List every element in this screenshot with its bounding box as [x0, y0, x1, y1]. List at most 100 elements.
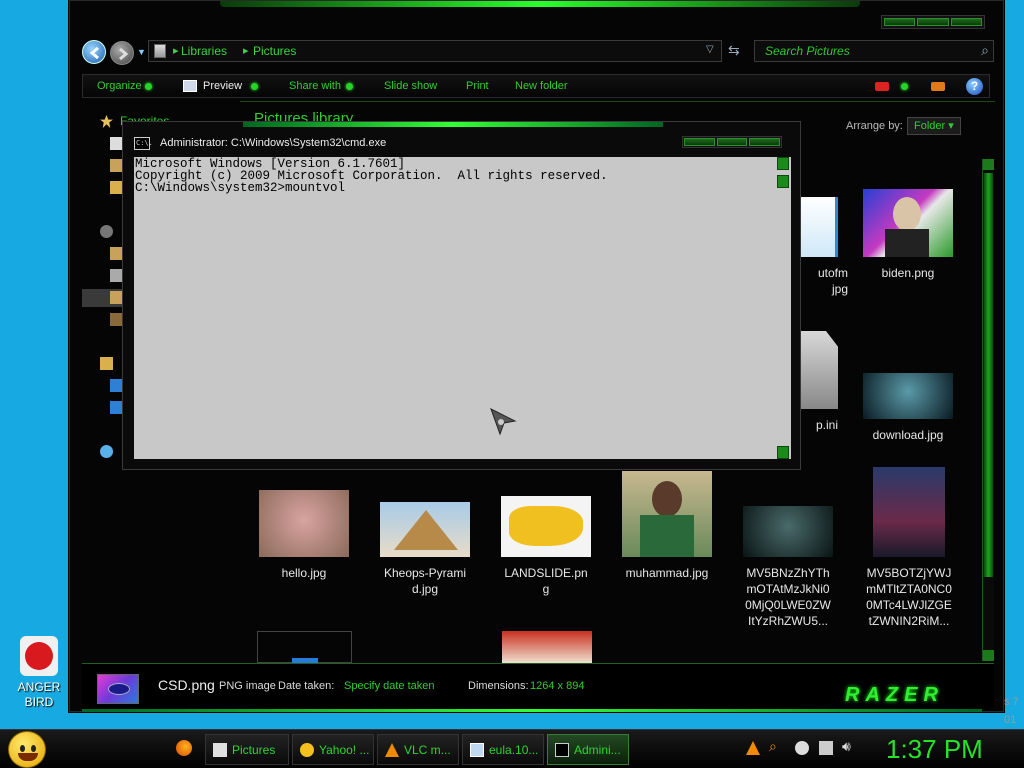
file-thumbnail: [863, 373, 953, 419]
organize-dropdown-icon[interactable]: [145, 83, 152, 90]
minimize-button[interactable]: [884, 18, 916, 26]
cmd-scroll-down-button[interactable]: [777, 446, 789, 459]
address-bar[interactable]: ▸ Libraries ▸ Pictures: [148, 40, 722, 62]
razer-logo: RAZER: [845, 684, 944, 706]
cmd-minimize-button[interactable]: [684, 138, 715, 146]
preview-dropdown-icon[interactable]: [251, 83, 258, 90]
arrow-right-icon: [119, 47, 129, 61]
taskbar-item-pictures[interactable]: Pictures: [205, 734, 289, 765]
action-center-icon[interactable]: [819, 741, 833, 755]
arrange-by-dropdown[interactable]: Folder ▾: [907, 117, 961, 135]
cmd-scroll-up-button[interactable]: [777, 157, 789, 170]
date-taken-value[interactable]: Specify date taken: [344, 680, 435, 692]
help-button[interactable]: ?: [966, 78, 983, 95]
scroll-up-button[interactable]: [983, 159, 994, 170]
preview-button[interactable]: Preview: [203, 80, 242, 92]
details-pane: CSD.png PNG image Date taken: Specify da…: [82, 663, 994, 709]
file-item[interactable]: MV5BNzZhYTh mOTAtMzJkNi0 0MjQ0LWE0ZW ItY…: [738, 506, 838, 629]
start-button[interactable]: [8, 731, 46, 768]
notepad-icon: [470, 743, 484, 757]
change-view-icon[interactable]: [875, 82, 889, 91]
clock[interactable]: 1:37 PM: [886, 734, 983, 765]
mouse-cursor-icon: [490, 407, 517, 436]
search-icon[interactable]: ⌕: [981, 42, 989, 59]
maximize-button[interactable]: [917, 18, 949, 26]
file-name: muhammad.jpg: [625, 566, 709, 580]
firefox-icon[interactable]: [176, 740, 192, 756]
new-folder-button[interactable]: New folder: [515, 80, 568, 92]
file-thumbnail: [622, 471, 712, 557]
console-output[interactable]: Microsoft Windows [Version 6.1.7601] Cop…: [134, 157, 775, 459]
selected-file-thumbnail: [97, 674, 139, 704]
desktop-icon-anger-bird[interactable]: ANGER BIRD: [10, 636, 68, 710]
window-caption-buttons: [881, 15, 985, 29]
cmd-icon[interactable]: C:\.: [134, 137, 153, 150]
file-thumbnail: [501, 496, 591, 557]
file-item[interactable]: hello.jpg: [254, 490, 354, 581]
refresh-icon[interactable]: ⇆: [728, 42, 740, 59]
task-label: Admini...: [574, 743, 621, 757]
file-thumbnail: [743, 506, 833, 557]
file-item[interactable]: [502, 631, 592, 663]
taskbar-item-cmd[interactable]: Admini...: [547, 734, 629, 765]
command-bar: Organize Preview Share with Slide show P…: [82, 74, 990, 98]
cmd-caption-buttons: [682, 136, 782, 148]
taskbar-item-vlc[interactable]: VLC m...: [377, 734, 459, 765]
breadcrumb-pictures[interactable]: Pictures: [253, 44, 296, 58]
cmd-window: C:\. Administrator: C:\Windows\System32\…: [122, 121, 801, 470]
cmd-close-button[interactable]: [749, 138, 781, 146]
network-nav-icon[interactable]: [100, 445, 113, 458]
organize-button[interactable]: Organize: [97, 80, 142, 92]
file-thumbnail: [380, 502, 470, 557]
close-button[interactable]: [950, 18, 982, 26]
file-item[interactable]: biden.png: [858, 189, 958, 281]
recent-pages-dropdown-icon[interactable]: ▼: [137, 47, 146, 57]
task-label: Yahoo! ...: [319, 743, 370, 757]
homegroup-nav-icon[interactable]: [100, 357, 113, 370]
file-item[interactable]: [257, 631, 352, 664]
folder-icon: [213, 743, 227, 757]
file-item[interactable]: download.jpg: [858, 373, 958, 443]
breadcrumb-libraries[interactable]: Libraries: [181, 44, 227, 58]
preview-pane-icon[interactable]: [931, 82, 945, 91]
breadcrumb-separator-icon[interactable]: ▸: [173, 44, 179, 57]
taskbar: Pictures Yahoo! ... VLC m... eula.10... …: [0, 729, 1024, 768]
taskbar-item-eula[interactable]: eula.10...: [462, 734, 544, 765]
cmd-title: Administrator: C:\Windows\System32\cmd.e…: [160, 137, 387, 149]
file-item[interactable]: Kheops-Pyrami d.jpg: [375, 502, 475, 597]
status-tray-icon[interactable]: [795, 741, 809, 755]
arrange-by-value: Folder: [914, 120, 946, 132]
cmd-maximize-button[interactable]: [716, 138, 748, 146]
scroll-thumb[interactable]: [984, 173, 993, 577]
taskbar-item-yahoo[interactable]: Yahoo! ...: [292, 734, 374, 765]
file-item[interactable]: LANDSLIDE.pn g: [496, 496, 596, 597]
file-item[interactable]: muhammad.jpg: [617, 471, 717, 581]
share-with-button[interactable]: Share with: [289, 80, 341, 92]
search-tray-icon[interactable]: ⌕: [769, 738, 783, 754]
search-input[interactable]: Search Pictures ⌕: [754, 40, 994, 62]
view-dropdown-icon[interactable]: [901, 83, 908, 90]
cmd-scrollbar[interactable]: [775, 157, 791, 459]
file-item[interactable]: MV5BOTZjYWJ mMTltZTA0NC0 0MTc4LWJlZGE tZ…: [859, 467, 959, 629]
scroll-down-button[interactable]: [983, 650, 994, 661]
file-thumbnail: [863, 189, 953, 257]
slide-show-button[interactable]: Slide show: [384, 80, 437, 92]
libraries-nav-icon[interactable]: [100, 225, 113, 238]
preview-icon: [183, 80, 197, 92]
address-dropdown-icon[interactable]: ▽: [706, 44, 714, 55]
print-button[interactable]: Print: [466, 80, 489, 92]
task-label: eula.10...: [489, 743, 539, 757]
file-list-scrollbar[interactable]: [982, 159, 994, 661]
volume-icon[interactable]: 🔊︎: [842, 738, 856, 754]
forward-button[interactable]: [110, 41, 134, 65]
back-button[interactable]: [82, 40, 106, 64]
file-name: MV5BNzZhYTh mOTAtMzJkNi0 0MjQ0LWE0ZW ItY…: [745, 566, 831, 628]
desktop-icon-label-line1: ANGER: [17, 680, 61, 694]
file-name: MV5BOTZjYWJ mMTltZTA0NC0 0MTc4LWJlZGE tZ…: [866, 566, 952, 628]
cmd-scroll-thumb[interactable]: [777, 175, 789, 188]
task-label: Pictures: [232, 743, 276, 757]
gear-icon: [798, 331, 838, 409]
vlc-tray-icon[interactable]: [746, 741, 760, 755]
breadcrumb-separator-icon[interactable]: ▸: [243, 44, 249, 57]
share-dropdown-icon[interactable]: [346, 83, 353, 90]
